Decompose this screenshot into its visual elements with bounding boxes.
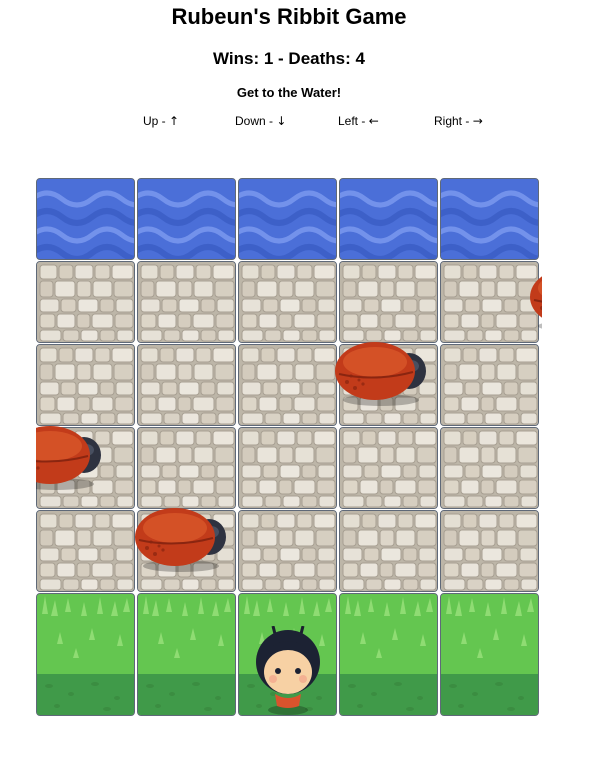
red-beetle-enemy (333, 338, 433, 408)
stone-tile (440, 261, 539, 343)
player-boy-character (253, 626, 323, 716)
goal-text: Get to the Water! (236, 85, 342, 100)
arrow-down-icon: ↓ (276, 114, 287, 128)
control-up-label: Up - (143, 114, 170, 128)
stone-tile (137, 427, 236, 509)
water-tile (238, 178, 337, 260)
stone-tile (339, 261, 438, 343)
grass-tile (137, 593, 236, 716)
game-board[interactable] (36, 178, 542, 716)
red-beetle-enemy (528, 264, 542, 334)
stone-tile (36, 344, 135, 426)
control-right-label: Right - (434, 114, 473, 128)
stone-tile (36, 510, 135, 592)
control-down: Down - ↓ (235, 114, 286, 128)
stone-tile (137, 261, 236, 343)
stone-tile (238, 261, 337, 343)
stone-tile (137, 344, 236, 426)
water-tile (137, 178, 236, 260)
control-up: Up - ↑ (143, 114, 179, 128)
arrow-up-icon: ↑ (169, 114, 180, 128)
score-display: Wins: 1 - Deaths: 4 (213, 49, 365, 68)
controls-legend: Up - ↑ Down - ↓ Left - ← Right - → (0, 114, 612, 132)
control-down-label: Down - (235, 114, 277, 128)
control-right: Right - → (434, 114, 483, 128)
water-tile (36, 178, 135, 260)
control-left-label: Left - (338, 114, 369, 128)
grass-tile (440, 593, 539, 716)
stone-tile (440, 344, 539, 426)
arrow-right-icon: → (472, 114, 483, 128)
arrow-left-icon: ← (368, 114, 379, 128)
game-title: Rubeun's Ribbit Game (171, 4, 407, 29)
water-tile (339, 178, 438, 260)
stone-tile (238, 344, 337, 426)
grass-tile (339, 593, 438, 716)
water-tile (440, 178, 539, 260)
stone-tile (238, 510, 337, 592)
grass-tile (36, 593, 135, 716)
stone-tile (339, 510, 438, 592)
red-beetle-enemy (36, 422, 108, 492)
stone-tile (238, 427, 337, 509)
control-left: Left - ← (338, 114, 379, 128)
red-beetle-enemy (133, 504, 233, 574)
stone-tile (36, 261, 135, 343)
stone-tile (440, 510, 539, 592)
stone-tile (440, 427, 539, 509)
stone-tile (339, 427, 438, 509)
